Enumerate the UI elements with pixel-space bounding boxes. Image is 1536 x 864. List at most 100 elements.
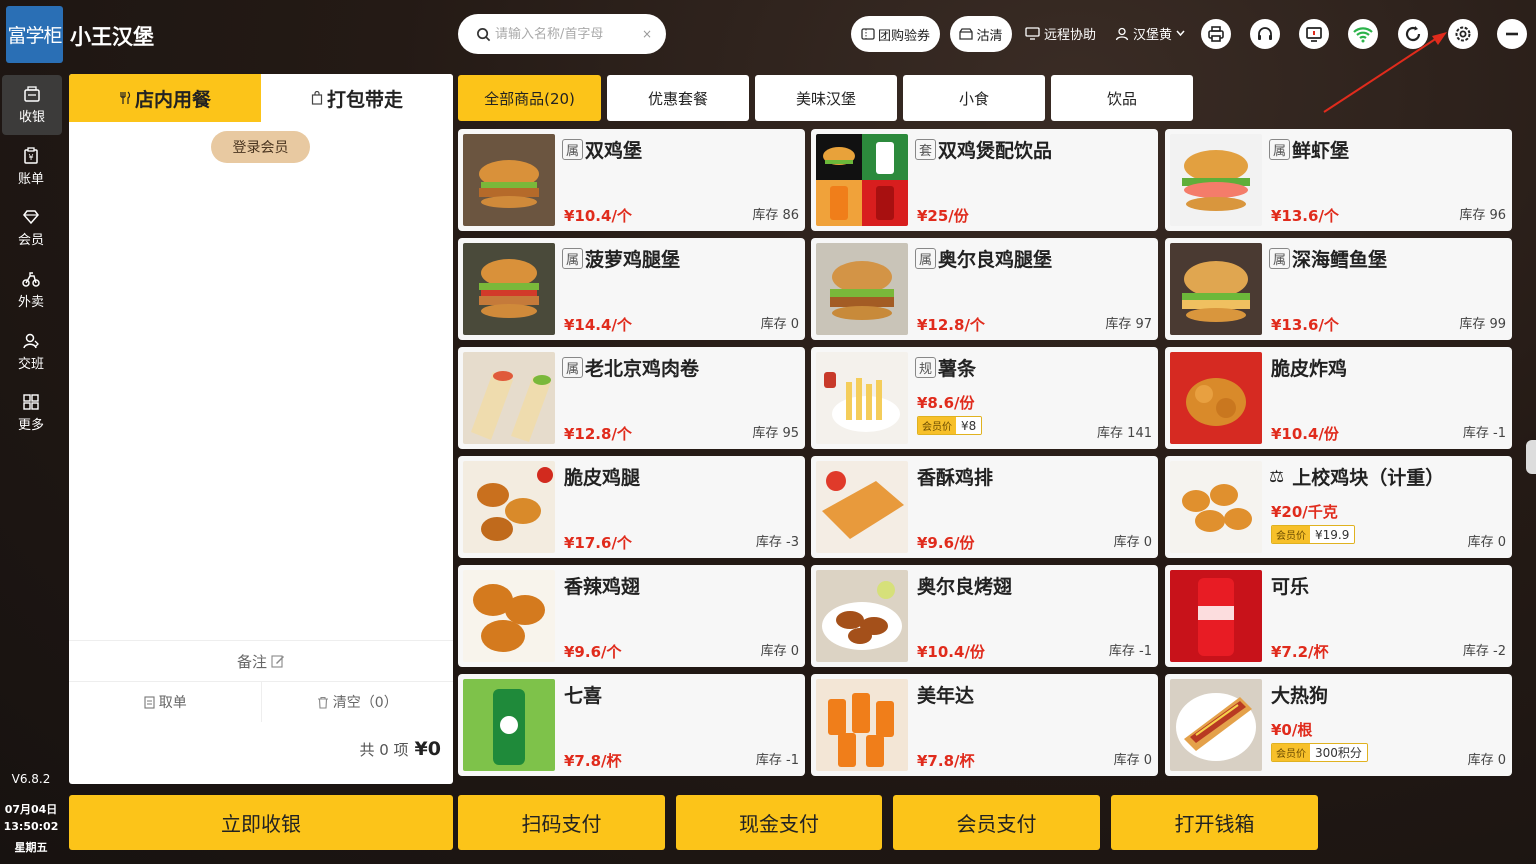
clear-search-icon[interactable]: × <box>642 27 652 41</box>
product-card[interactable]: 可乐 ¥7.2/杯 库存 -2 <box>1165 565 1512 667</box>
product-card[interactable]: 套双鸡煲配饮品 ¥25/份 <box>811 129 1158 231</box>
sidebar-item-cashier[interactable]: 收银 <box>2 75 62 135</box>
product-image-mirinda <box>816 679 908 771</box>
product-name: 老北京鸡肉卷 <box>585 358 700 380</box>
notes-button[interactable]: 备注 <box>69 640 453 681</box>
cash-pay-button[interactable]: 现金支付 <box>676 795 882 850</box>
search-icon <box>477 27 491 41</box>
sidebar-item-label: 收银 <box>18 110 45 125</box>
group-buy-button[interactable]: 团购验券 <box>851 16 940 52</box>
product-card[interactable]: 大热狗 ¥0/根 会员价 300积分 库存 0 <box>1165 674 1512 776</box>
product-card[interactable]: 奥尔良烤翅 ¥10.4/份 库存 -1 <box>811 565 1158 667</box>
product-card[interactable]: 属深海鳕鱼堡 ¥13.6/个 库存 99 <box>1165 238 1512 340</box>
login-member-button[interactable]: 登录会员 <box>211 131 310 163</box>
scan-pay-button[interactable]: 扫码支付 <box>458 795 665 850</box>
product-stock: 库存 86 <box>752 208 799 223</box>
product-card[interactable]: 属老北京鸡肉卷 ¥12.8/个 库存 95 <box>458 347 805 449</box>
printer-button[interactable] <box>1201 19 1231 49</box>
app-logo: 富学柜 <box>6 6 63 63</box>
product-name: 菠萝鸡腿堡 <box>585 249 681 271</box>
utensils-icon <box>120 91 131 104</box>
product-name-row: 属老北京鸡肉卷 <box>562 354 699 381</box>
product-stock: 库存 -1 <box>755 753 799 768</box>
product-name-row: 属奥尔良鸡腿堡 <box>915 245 1052 272</box>
take-order-button[interactable]: 取单 <box>69 682 262 722</box>
category-snack[interactable]: 小食 <box>903 75 1045 121</box>
product-card[interactable]: 美年达 ¥7.8/杯 库存 0 <box>811 674 1158 776</box>
printer-icon <box>1208 26 1224 42</box>
sidebar-item-shift[interactable]: 交班 <box>0 322 62 382</box>
product-name-row: 属深海鳕鱼堡 <box>1269 245 1387 272</box>
product-card[interactable]: 脆皮炸鸡 ¥10.4/份 库存 -1 <box>1165 347 1512 449</box>
member-price-value: 300积分 <box>1310 744 1367 761</box>
sidebar-item-delivery[interactable]: 外卖 <box>0 260 62 320</box>
product-image <box>463 461 555 553</box>
chevron-down-icon <box>1176 30 1185 37</box>
product-name-row: 香酥鸡排 <box>915 463 993 490</box>
product-image-cutlet <box>816 461 908 553</box>
sidebar-item-more[interactable]: 更多 <box>0 383 62 443</box>
product-price: ¥7.2/杯 <box>1271 643 1329 661</box>
checkout-button[interactable]: 立即收银 <box>69 795 453 850</box>
product-card[interactable]: 香辣鸡翅 ¥9.6/个 库存 0 <box>458 565 805 667</box>
category-burger[interactable]: 美味汉堡 <box>755 75 897 121</box>
product-tag: 规 <box>915 357 936 378</box>
sidebar-item-member[interactable]: 会员 <box>0 198 62 258</box>
product-stock: 库存 0 <box>760 317 799 332</box>
product-card[interactable]: 属鲜虾堡 ¥13.6/个 库存 96 <box>1165 129 1512 231</box>
product-card[interactable]: ⚖ 上校鸡块（计重） ¥20/千克 会员价 ¥19.9 库存 0 <box>1165 456 1512 558</box>
product-image-wings <box>463 570 555 662</box>
product-image <box>816 352 908 444</box>
product-image <box>463 134 555 226</box>
product-image-burger <box>463 134 555 226</box>
product-card[interactable]: 脆皮鸡腿 ¥17.6/个 库存 -3 <box>458 456 805 558</box>
product-image-shrimp <box>1170 134 1262 226</box>
product-stock: 库存 0 <box>1113 753 1152 768</box>
product-image-drum <box>463 461 555 553</box>
category-all[interactable]: 全部商品(20) <box>458 75 601 121</box>
product-name: 双鸡堡 <box>585 140 643 162</box>
ticket-icon <box>861 28 875 40</box>
clear-cart-button[interactable]: 清空（0） <box>262 682 454 722</box>
minimize-button[interactable] <box>1497 19 1527 49</box>
product-image <box>463 352 555 444</box>
user-menu[interactable]: 汉堡黄 <box>1115 24 1185 43</box>
remote-assist-link[interactable]: 远程协助 <box>1025 24 1096 43</box>
sidebar-item-bill[interactable]: ¥ 账单 <box>0 137 62 197</box>
support-button[interactable] <box>1250 19 1280 49</box>
product-stock: 库存 0 <box>1467 753 1506 768</box>
search-box[interactable]: × <box>458 14 666 54</box>
product-stock: 库存 -2 <box>1462 644 1506 659</box>
notes-label: 备注 <box>236 652 267 671</box>
category-drink[interactable]: 饮品 <box>1051 75 1193 121</box>
top-bar: 富学柜 小王汉堡 × 团购验券 沽清 远程协助 汉堡黄 <box>0 0 1536 70</box>
product-image <box>463 243 555 335</box>
product-stock: 库存 99 <box>1459 317 1506 332</box>
product-image <box>463 679 555 771</box>
sold-out-button[interactable]: 沽清 <box>950 16 1012 52</box>
open-drawer-button[interactable]: 打开钱箱 <box>1111 795 1318 850</box>
product-name: 鲜虾堡 <box>1292 140 1350 162</box>
side-handle[interactable] <box>1526 440 1536 474</box>
product-card[interactable]: 七喜 ¥7.8/杯 库存 -1 <box>458 674 805 776</box>
search-input[interactable] <box>495 26 635 42</box>
tab-takeaway[interactable]: 打包带走 <box>261 74 453 122</box>
product-stock: 库存 96 <box>1459 208 1506 223</box>
product-card[interactable]: 香酥鸡排 ¥9.6/份 库存 0 <box>811 456 1158 558</box>
product-price: ¥13.6/个 <box>1271 207 1339 225</box>
product-card[interactable]: 属奥尔良鸡腿堡 ¥12.8/个 库存 97 <box>811 238 1158 340</box>
product-tag: 属 <box>915 248 936 269</box>
product-name: 香酥鸡排 <box>917 467 994 489</box>
product-card[interactable]: 属双鸡堡 ¥10.4/个 库存 86 <box>458 129 805 231</box>
product-card[interactable]: 规薯条 ¥8.6/份 会员价 ¥8 库存 141 <box>811 347 1158 449</box>
product-tag: 属 <box>1269 248 1290 269</box>
product-image <box>816 243 908 335</box>
tab-dine-in[interactable]: 店内用餐 <box>69 74 261 122</box>
product-stock: 库存 0 <box>1467 535 1506 550</box>
category-combo[interactable]: 优惠套餐 <box>607 75 749 121</box>
member-pay-button[interactable]: 会员支付 <box>893 795 1100 850</box>
product-card[interactable]: 属菠萝鸡腿堡 ¥14.4/个 库存 0 <box>458 238 805 340</box>
sidebar: 收银 ¥ 账单 会员 外卖 交班 更多 V6.8.2 07月04日 13:50:… <box>0 70 62 864</box>
product-tag: 属 <box>562 248 583 269</box>
product-stock: 库存 95 <box>752 426 799 441</box>
